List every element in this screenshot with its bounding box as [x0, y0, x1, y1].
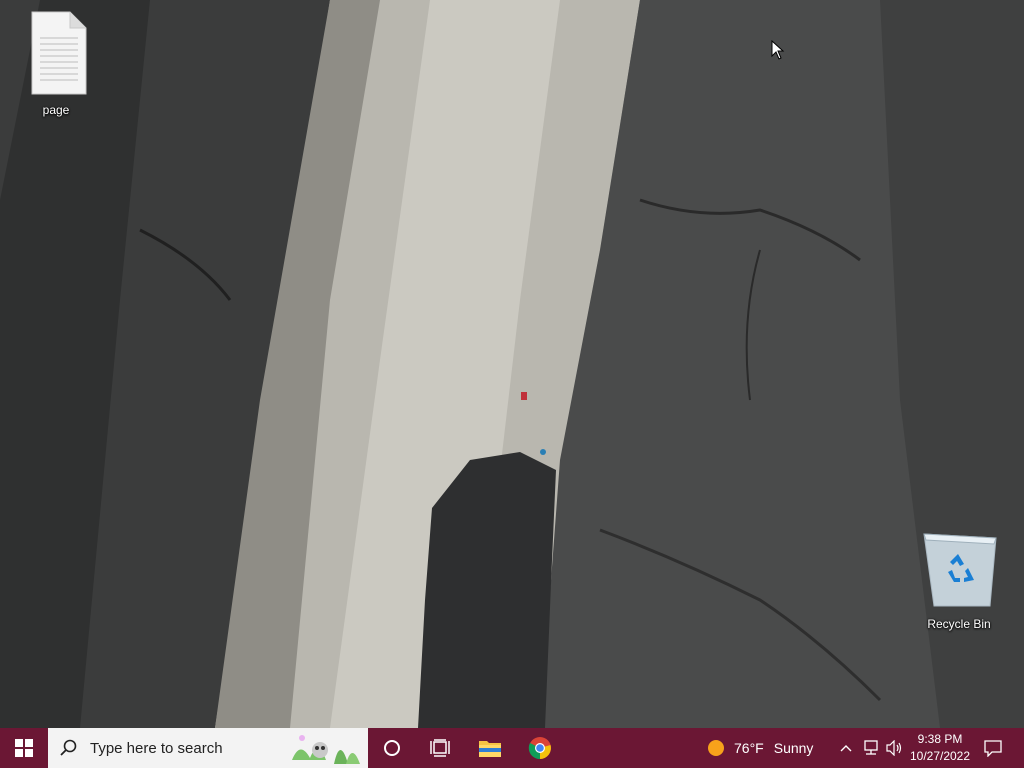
speaker-icon	[886, 740, 902, 756]
chrome-button[interactable]	[516, 728, 564, 768]
clock[interactable]: 9:38 PM 10/27/2022	[906, 731, 974, 765]
recycle-bin-icon	[923, 533, 997, 607]
show-hidden-icons-button[interactable]	[836, 728, 856, 768]
desktop-icon-label: page	[42, 103, 70, 117]
desktop-icon-recycle-bin[interactable]: Recycle Bin	[920, 524, 998, 631]
wallpaper-rock-face	[0, 0, 1024, 728]
mouse-cursor-icon	[771, 40, 785, 60]
volume-button[interactable]	[884, 728, 906, 768]
search-placeholder: Type here to search	[90, 739, 223, 757]
cortana-button[interactable]	[368, 728, 416, 768]
chevron-up-icon	[840, 745, 852, 752]
search-icon	[60, 739, 77, 756]
weather-widget[interactable]: 76°F Sunny	[708, 728, 813, 768]
weather-condition: Sunny	[773, 740, 814, 756]
search-highlight-illustration-icon	[290, 730, 364, 766]
folder-icon	[479, 741, 501, 757]
search-input[interactable]: Type here to search	[48, 728, 368, 768]
sun-icon	[708, 740, 724, 756]
task-view-icon	[430, 739, 450, 757]
start-button[interactable]	[0, 728, 48, 768]
text-file-icon	[31, 11, 87, 95]
desktop[interactable]: page Recycle Bin	[0, 0, 1024, 728]
task-view-button[interactable]	[416, 728, 464, 768]
taskbar: Type here to search 76°F Sunny 9:38 PM 1…	[0, 728, 1024, 768]
network-button[interactable]	[860, 728, 882, 768]
network-icon	[864, 740, 878, 755]
desktop-icon-page[interactable]: page	[17, 10, 95, 117]
weather-temperature: 76°F	[734, 740, 764, 756]
file-explorer-button[interactable]	[466, 728, 514, 768]
cortana-icon	[384, 740, 400, 756]
clock-time: 9:38 PM	[917, 732, 963, 746]
desktop-icon-label: Recycle Bin	[927, 617, 991, 631]
chrome-icon	[528, 737, 551, 760]
notification-icon	[984, 740, 1002, 757]
clock-date: 10/27/2022	[909, 749, 971, 763]
windows-logo-icon	[15, 739, 33, 757]
action-center-button[interactable]	[978, 728, 1008, 768]
